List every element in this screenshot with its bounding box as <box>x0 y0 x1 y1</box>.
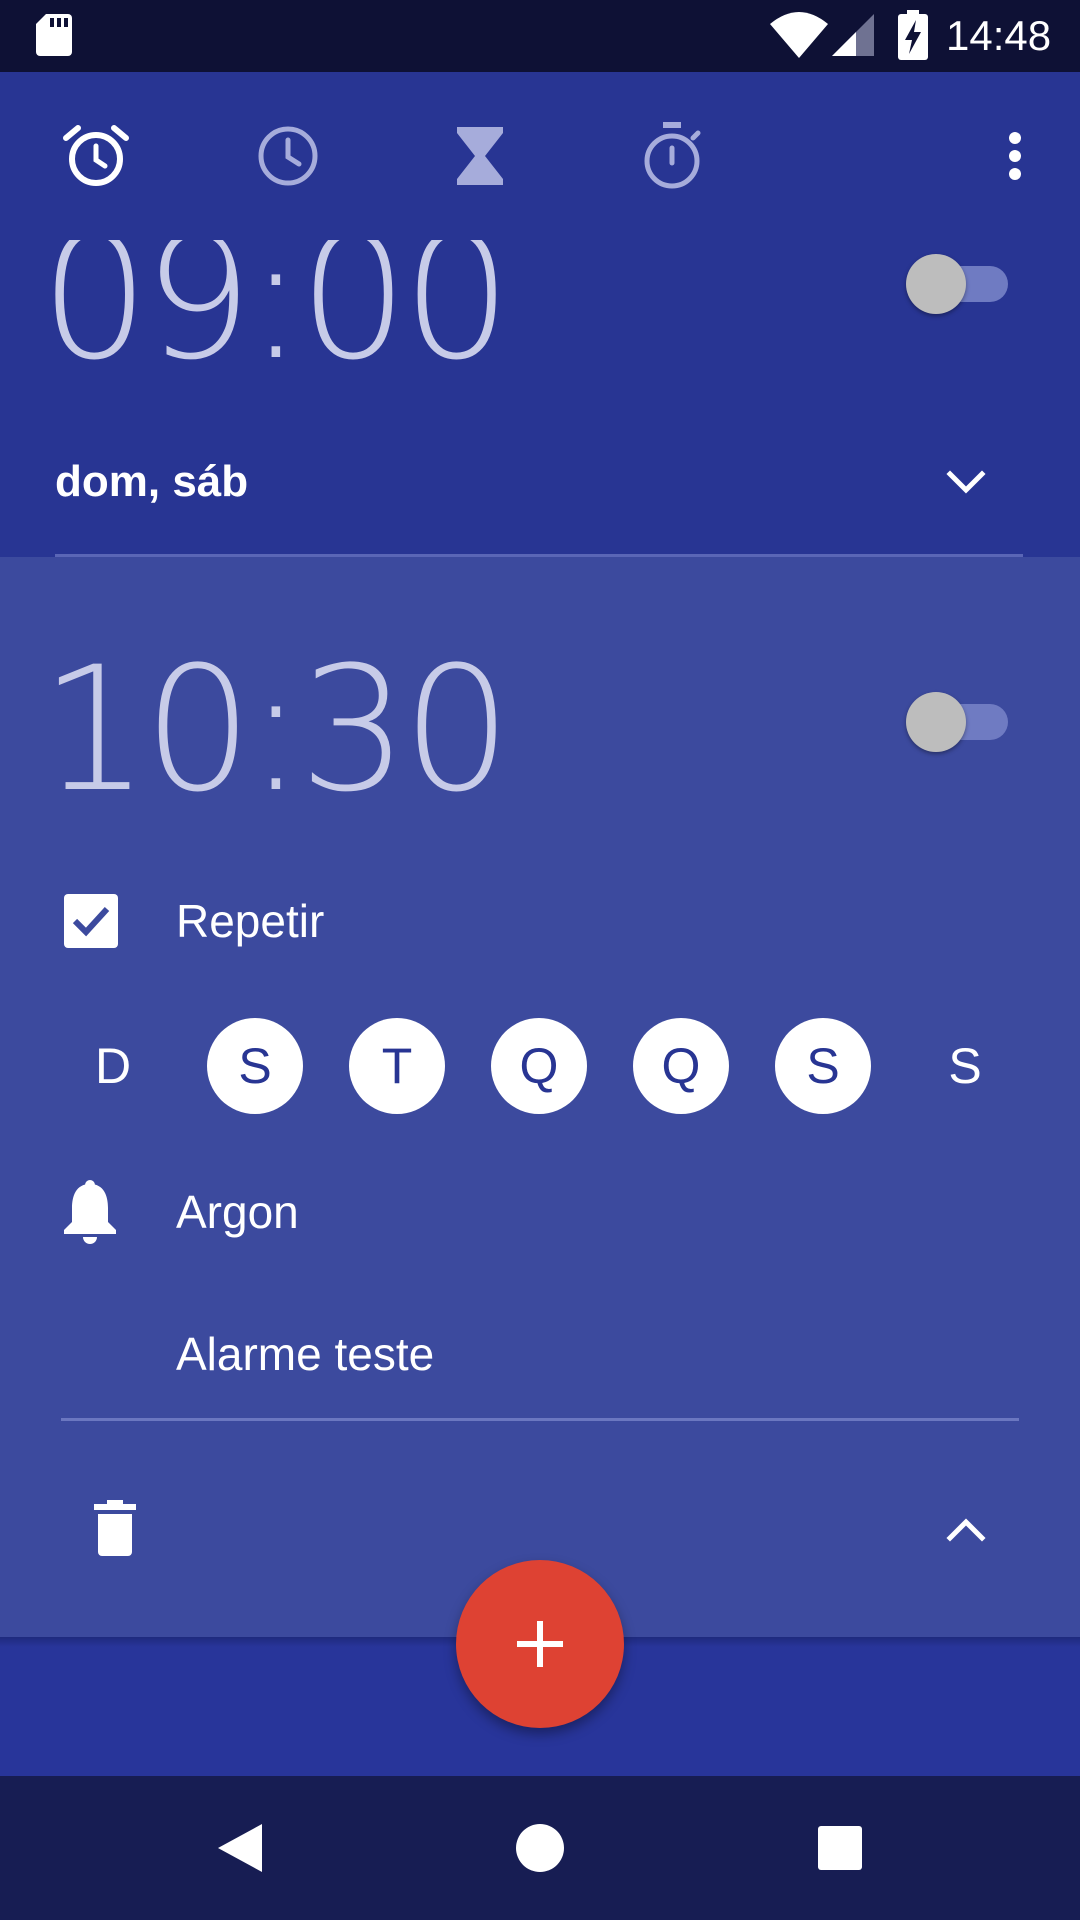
sd-card-icon <box>36 14 72 56</box>
recents-button[interactable] <box>808 1816 872 1880</box>
alarm-toggle[interactable] <box>906 690 1008 752</box>
battery-charging-icon <box>898 10 928 60</box>
repeat-label[interactable]: Repetir <box>176 888 324 954</box>
day-toggle-saturday[interactable]: S <box>917 1018 1013 1114</box>
more-vert-icon <box>1009 132 1021 180</box>
alarm-toggle[interactable] <box>906 252 1008 314</box>
hourglass-icon <box>457 127 503 185</box>
recents-icon <box>818 1826 862 1870</box>
day-toggle-friday[interactable]: S <box>775 1018 871 1114</box>
stopwatch-icon <box>644 122 701 189</box>
chevron-up-icon[interactable] <box>940 1504 992 1556</box>
signal-icon <box>832 14 874 56</box>
day-toggle-sunday[interactable]: D <box>65 1018 161 1114</box>
tab-alarm[interactable] <box>56 116 136 196</box>
home-icon <box>516 1824 564 1872</box>
alarm-label-field[interactable]: Alarme teste <box>176 1322 434 1386</box>
clock-icon <box>258 126 318 186</box>
tab-stopwatch[interactable] <box>632 116 712 196</box>
alarm-icon <box>63 125 129 186</box>
day-toggle-tuesday[interactable]: T <box>349 1018 445 1114</box>
day-toggle-thursday[interactable]: Q <box>633 1018 729 1114</box>
ringtone-selector[interactable]: Argon <box>176 1180 299 1244</box>
tab-clock[interactable] <box>248 116 328 196</box>
wifi-icon <box>770 12 828 58</box>
day-toggle-monday[interactable]: S <box>207 1018 303 1114</box>
toggle-thumb <box>906 254 966 314</box>
more-options-button[interactable] <box>990 120 1040 192</box>
back-button[interactable] <box>208 1816 272 1880</box>
tab-timer[interactable] <box>440 116 520 196</box>
delete-icon[interactable] <box>94 1500 136 1556</box>
alarm-days-summary[interactable]: dom, sáb <box>55 452 248 512</box>
toggle-thumb <box>906 692 966 752</box>
divider <box>61 1418 1019 1421</box>
add-alarm-button[interactable] <box>456 1560 624 1728</box>
back-icon <box>218 1824 262 1872</box>
chevron-down-icon[interactable] <box>940 456 992 508</box>
toolbar <box>0 72 1080 240</box>
home-button[interactable] <box>508 1816 572 1880</box>
repeat-checkbox[interactable] <box>64 894 118 948</box>
status-time: 14:48 <box>946 12 1052 59</box>
plus-icon <box>517 1621 563 1667</box>
check-icon <box>72 906 110 937</box>
alarm-time[interactable]: 10:30 <box>40 640 560 820</box>
bell-icon <box>64 1180 116 1244</box>
day-toggle-wednesday[interactable]: Q <box>491 1018 587 1114</box>
